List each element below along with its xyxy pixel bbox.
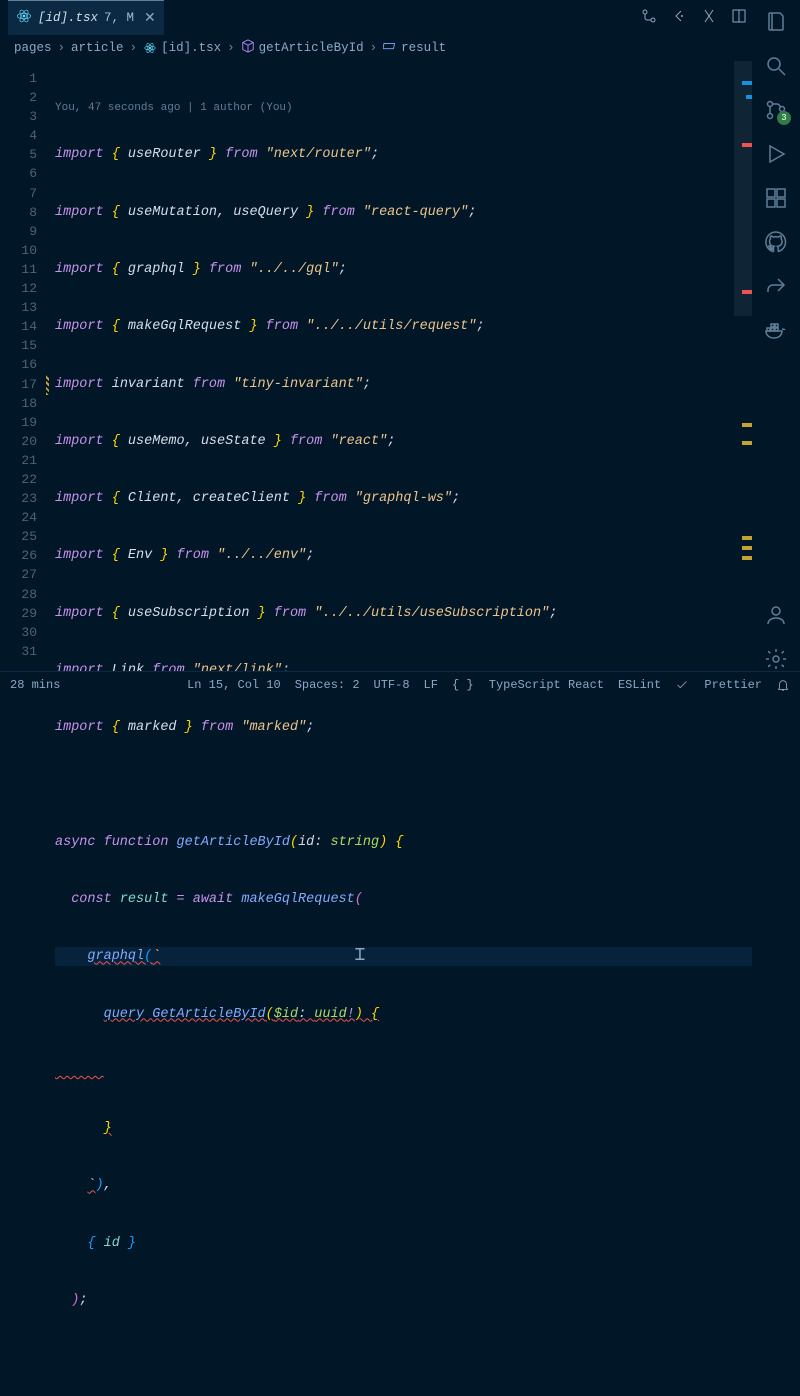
- chevron-right-icon: ›: [227, 41, 235, 55]
- status-eslint[interactable]: ESLint: [618, 678, 661, 692]
- text-cursor-icon: Ꮖ: [355, 947, 366, 966]
- close-tab-icon[interactable]: ✕: [144, 10, 156, 27]
- chevron-right-icon: ›: [370, 41, 378, 55]
- status-eol[interactable]: LF: [424, 678, 438, 692]
- gutter-modified-indicator: [46, 375, 49, 395]
- status-indentation[interactable]: Spaces: 2: [295, 678, 360, 692]
- editor[interactable]: 12 34 56 78 910 1112 1314 1516 1718 1920…: [0, 61, 752, 671]
- editor-tab[interactable]: [id].tsx 7, M ✕: [8, 0, 164, 35]
- run-back-icon[interactable]: [671, 8, 687, 28]
- explorer-icon[interactable]: [764, 10, 788, 34]
- docker-icon[interactable]: [764, 318, 788, 342]
- breadcrumb[interactable]: pages › article › [id].tsx › getArticleB…: [0, 35, 800, 61]
- github-icon[interactable]: [764, 230, 788, 254]
- source-control-icon[interactable]: 3: [764, 98, 788, 122]
- compare-changes-icon[interactable]: [641, 8, 657, 28]
- breadcrumb-item[interactable]: getArticleById: [241, 39, 364, 57]
- status-encoding[interactable]: UTF-8: [374, 678, 410, 692]
- tab-modified-indicator: 7, M: [104, 11, 134, 25]
- breadcrumb-item[interactable]: result: [383, 39, 446, 57]
- gitlens-share-icon[interactable]: [764, 274, 788, 298]
- status-wakatime[interactable]: 28 mins: [10, 678, 60, 692]
- overview-ruler[interactable]: [734, 61, 752, 671]
- code-area[interactable]: You, 47 seconds ago | 1 author (You) imp…: [55, 61, 752, 671]
- react-file-icon: [16, 8, 32, 28]
- tab-filename: [id].tsx: [38, 11, 98, 25]
- status-bar: 28 mins Ln 15, Col 10 Spaces: 2 UTF-8 LF…: [0, 671, 800, 698]
- settings-gear-icon[interactable]: [764, 647, 788, 671]
- method-icon: [241, 39, 255, 57]
- status-notifications-icon[interactable]: [776, 678, 790, 692]
- chevron-right-icon: ›: [58, 41, 66, 55]
- activity-bar: 3: [752, 0, 800, 671]
- titlebar: [id].tsx 7, M ✕ ···: [0, 0, 800, 35]
- split-editor-icon[interactable]: [731, 8, 747, 28]
- line-number-gutter: 12 34 56 78 910 1112 1314 1516 1718 1920…: [0, 61, 55, 671]
- breadcrumb-item[interactable]: [id].tsx: [143, 41, 221, 55]
- open-changes-icon[interactable]: [701, 8, 717, 28]
- current-line: graphql(`Ꮖ: [55, 947, 752, 966]
- accounts-icon[interactable]: [764, 603, 788, 627]
- search-icon[interactable]: [764, 54, 788, 78]
- variable-icon: [383, 39, 397, 57]
- status-language-mode[interactable]: { } TypeScript React: [452, 678, 604, 692]
- scm-badge: 3: [777, 111, 791, 125]
- extensions-icon[interactable]: [764, 186, 788, 210]
- status-cursor-position[interactable]: Ln 15, Col 10: [187, 678, 281, 692]
- breadcrumb-item[interactable]: pages: [14, 41, 52, 55]
- chevron-right-icon: ›: [130, 41, 138, 55]
- breadcrumb-item[interactable]: article: [71, 41, 124, 55]
- status-prettier[interactable]: Prettier: [675, 678, 762, 692]
- run-debug-icon[interactable]: [764, 142, 788, 166]
